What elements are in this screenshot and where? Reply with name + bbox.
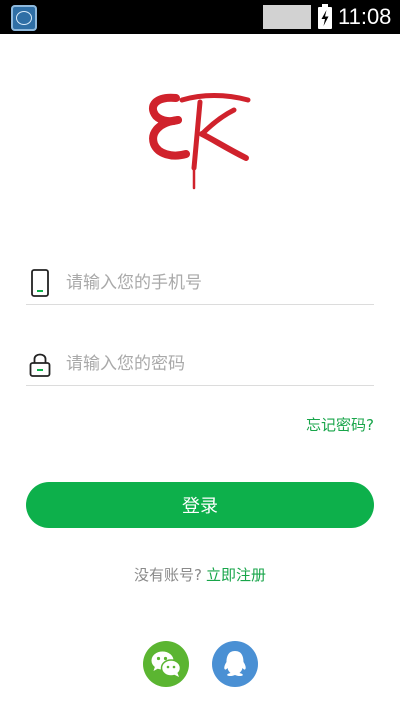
phone-input[interactable] xyxy=(66,266,366,300)
app-thumbnail-icon xyxy=(11,5,37,31)
status-bar: 11:08 xyxy=(0,0,400,34)
wechat-icon xyxy=(151,651,182,677)
register-row: 没有账号? 立即注册 xyxy=(0,564,400,585)
ek-brand-logo xyxy=(149,93,251,190)
phone-field xyxy=(26,264,374,305)
register-link[interactable]: 立即注册 xyxy=(206,566,266,584)
forgot-password-link[interactable]: 忘记密码? xyxy=(306,414,374,435)
login-button[interactable]: 登录 xyxy=(26,482,374,528)
phone-icon xyxy=(31,269,49,297)
password-input[interactable] xyxy=(66,347,366,381)
qq-login-button[interactable] xyxy=(212,641,258,687)
no-account-text: 没有账号? xyxy=(134,566,202,584)
lock-icon xyxy=(29,353,51,377)
login-screen: 11:08 请输入您的手机号 忘记密码? 登录 没有账号? 立即注册 xyxy=(0,0,400,710)
qq-icon xyxy=(224,651,246,677)
battery-charging-icon xyxy=(318,4,332,29)
password-field xyxy=(26,345,374,386)
status-time: 11:08 xyxy=(338,4,392,29)
notification-placeholder xyxy=(263,5,311,29)
wechat-login-button[interactable] xyxy=(143,641,189,687)
